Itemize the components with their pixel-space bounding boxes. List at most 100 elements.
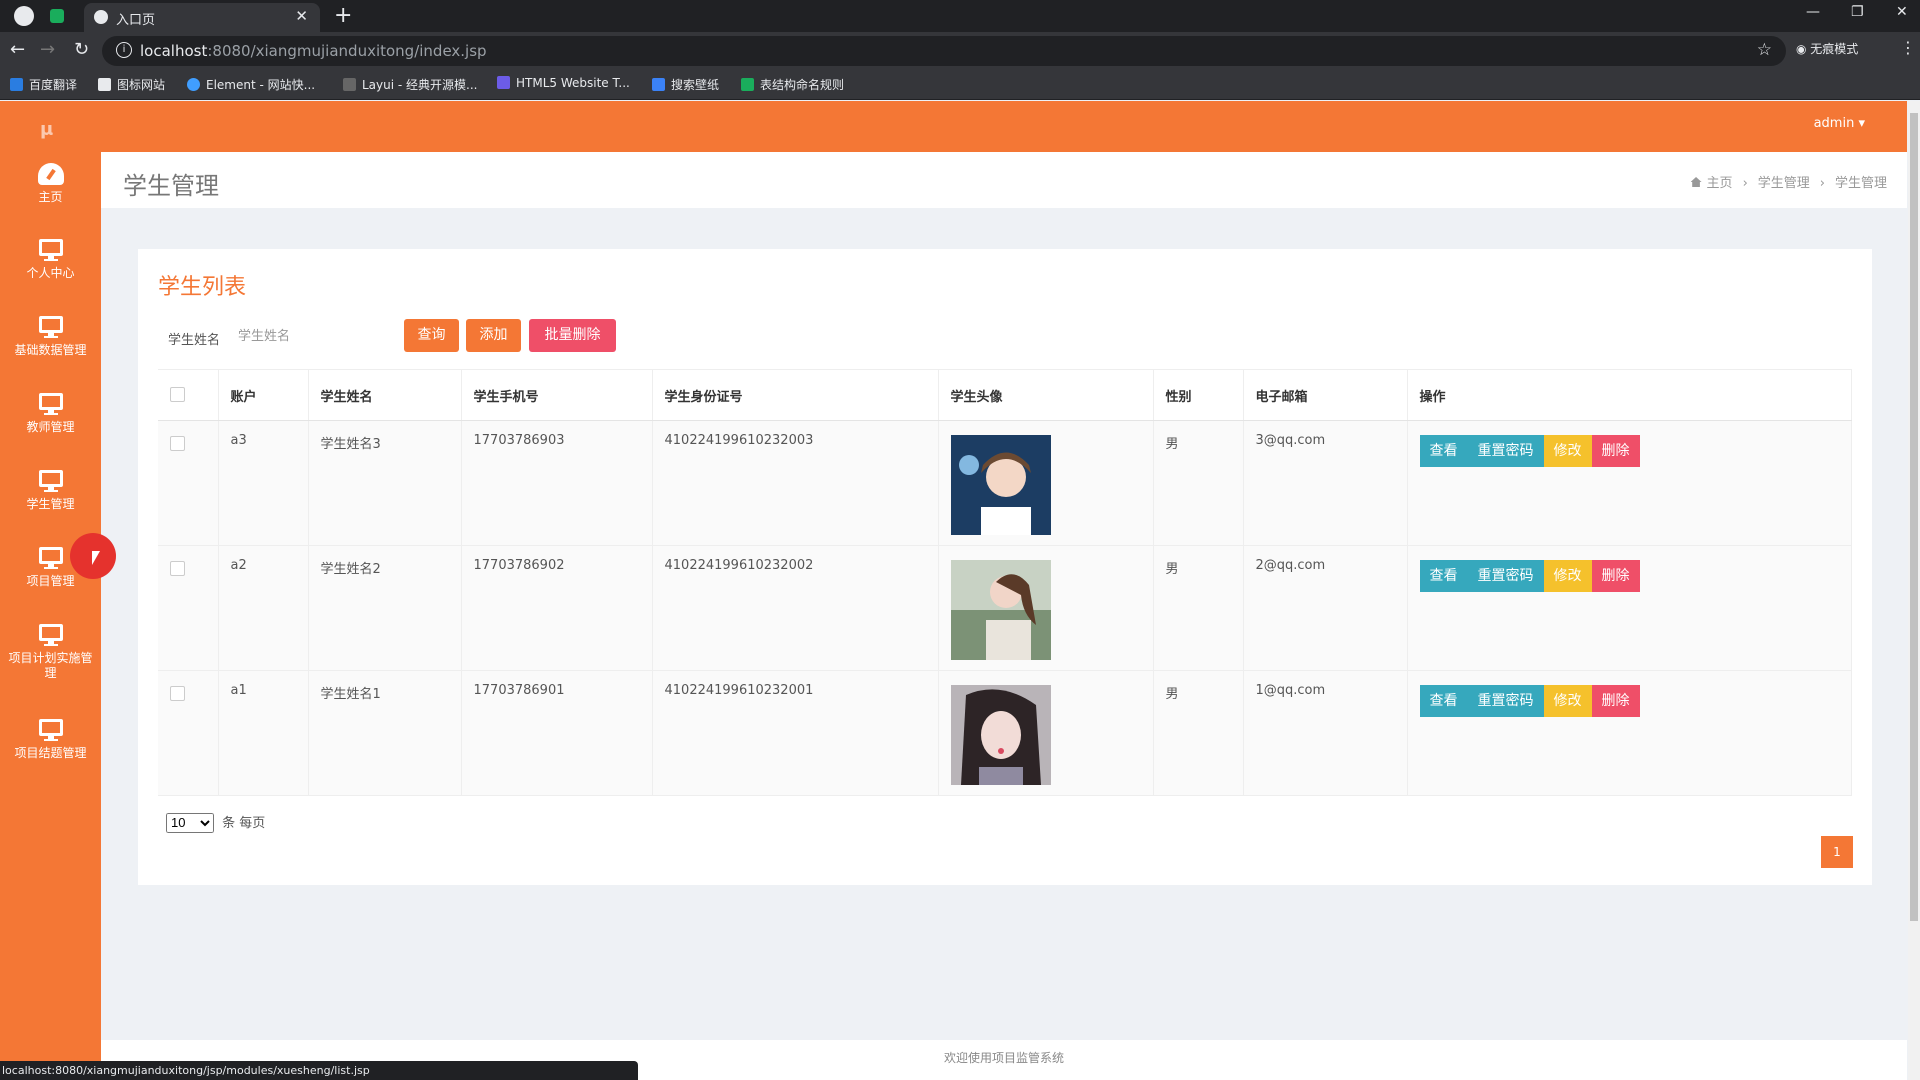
monitor-icon <box>38 239 63 261</box>
column-header[interactable]: 学生手机号 <box>461 369 653 421</box>
browser-toolbar: ← → ↻ i localhost:8080/xiangmujianduxito… <box>0 32 1920 70</box>
phone-cell: 17703786901 <box>461 670 653 796</box>
column-header[interactable]: 账户 <box>218 369 309 421</box>
row-checkbox[interactable] <box>170 436 185 451</box>
user-menu[interactable]: admin ▾ <box>1814 116 1865 131</box>
view-button[interactable]: 查看 <box>1419 685 1468 717</box>
bookmark-item[interactable]: 图标网站 <box>98 76 165 93</box>
app-root: admin ▾ μ 主页 个人中心 基础数据管理 教师管理 学生管理 项目管理 <box>0 101 1920 1080</box>
mouse-cursor-icon <box>92 551 100 565</box>
batch-delete-button[interactable]: 批量删除 <box>529 319 616 352</box>
address-bar[interactable]: i localhost:8080/xiangmujianduxitong/ind… <box>102 36 1786 66</box>
bookmark-item[interactable]: Layui - 经典开源模... <box>343 76 477 93</box>
browser-tab-active[interactable]: 入口页 ✕ <box>84 3 320 32</box>
student-table: 账户 学生姓名 学生手机号 学生身份证号 学生头像 性别 电子邮箱 操作 a3 … <box>158 369 1852 796</box>
breadcrumb-item[interactable]: 学生管理 <box>1758 176 1810 191</box>
avatar[interactable] <box>950 685 1051 785</box>
avatar[interactable] <box>950 560 1051 660</box>
sidebar-item-label: 学生管理 <box>26 497 75 511</box>
reset-password-button[interactable]: 重置密码 <box>1467 685 1544 717</box>
browser-tabstrip: 入口页 ✕ + — ❐ ✕ <box>0 0 1920 32</box>
query-button[interactable]: 查询 <box>404 319 459 352</box>
edit-button[interactable]: 修改 <box>1543 560 1592 592</box>
select-all-checkbox[interactable] <box>170 387 185 402</box>
table-row: a3 学生姓名3 17703786903 410224199610232003 <box>158 420 1852 546</box>
column-header[interactable]: 学生身份证号 <box>652 369 939 421</box>
minimize-icon[interactable]: — <box>1806 4 1820 20</box>
back-icon[interactable]: ← <box>10 39 25 60</box>
sidebar-item-project-closure[interactable]: 项目结题管理 <box>0 719 101 761</box>
breadcrumb-item: 学生管理 <box>1834 176 1887 191</box>
edit-button[interactable]: 修改 <box>1543 435 1592 467</box>
incognito-icon: ◉ <box>1796 42 1811 56</box>
student-list-panel: 学生列表 学生姓名 查询 添加 批量删除 账户 学生姓名 学生手机号 学生身份证… <box>138 249 1872 885</box>
breadcrumb-item[interactable]: 主页 <box>1707 176 1733 191</box>
column-header[interactable]: 电子邮箱 <box>1243 369 1408 421</box>
column-header[interactable]: 性别 <box>1153 369 1244 421</box>
student-name-input[interactable] <box>232 321 382 351</box>
page-size-select[interactable]: 10 <box>166 812 214 833</box>
browser-tab-icon[interactable] <box>14 6 34 26</box>
filter-label: 学生姓名 <box>168 333 221 348</box>
info-icon[interactable]: i <box>116 42 132 58</box>
add-button[interactable]: 添加 <box>466 319 521 352</box>
page-button[interactable]: 1 <box>1821 836 1853 868</box>
idcard-cell: 410224199610232003 <box>652 420 939 546</box>
scrollbar-thumb[interactable] <box>1910 113 1918 921</box>
sheet-tab-icon[interactable] <box>50 9 64 23</box>
delete-button[interactable]: 删除 <box>1591 685 1640 717</box>
delete-button[interactable]: 删除 <box>1591 560 1640 592</box>
sidebar-item-profile[interactable]: 个人中心 <box>0 239 101 281</box>
sheet-icon <box>741 78 754 91</box>
reset-password-button[interactable]: 重置密码 <box>1467 435 1544 467</box>
browser-menu-icon[interactable]: ⋮ <box>1900 38 1916 57</box>
edit-button[interactable]: 修改 <box>1543 685 1592 717</box>
name-cell: 学生姓名2 <box>308 545 462 671</box>
sidebar-item-project-plan[interactable]: 项目计划实施管理 <box>0 624 101 681</box>
bookmark-star-icon[interactable]: ☆ <box>1757 40 1772 60</box>
page-header: 学生管理 主页 › 学生管理 › 学生管理 <box>101 152 1907 208</box>
bookmark-item[interactable]: 百度翻译 <box>10 76 77 93</box>
url-text: localhost:8080/xiangmujianduxitong/index… <box>140 42 487 60</box>
sidebar-item-students[interactable]: 学生管理 <box>0 470 101 512</box>
incognito-indicator[interactable]: ◉ 无痕模式 <box>1796 40 1858 57</box>
new-tab-icon[interactable]: + <box>334 3 352 28</box>
row-checkbox[interactable] <box>170 561 185 576</box>
forward-icon[interactable]: → <box>40 39 55 60</box>
delete-button[interactable]: 删除 <box>1591 435 1640 467</box>
monitor-icon <box>38 719 63 741</box>
close-window-icon[interactable]: ✕ <box>1896 4 1908 20</box>
bookmark-item[interactable]: 搜索壁纸 <box>652 76 719 93</box>
row-select-cell <box>158 420 219 546</box>
column-header[interactable]: 学生姓名 <box>308 369 462 421</box>
sidebar-item-label: 教师管理 <box>26 420 75 434</box>
sidebar-item-teachers[interactable]: 教师管理 <box>0 393 101 435</box>
element-icon <box>187 78 200 91</box>
view-button[interactable]: 查看 <box>1419 560 1468 592</box>
column-header[interactable]: 学生头像 <box>938 369 1154 421</box>
close-tab-icon[interactable]: ✕ <box>295 7 308 25</box>
account-cell: a1 <box>218 670 309 796</box>
actions-cell: 查看 重置密码 修改 删除 <box>1407 420 1852 546</box>
page-scrollbar[interactable] <box>1908 101 1920 1080</box>
account-cell: a3 <box>218 420 309 546</box>
row-checkbox[interactable] <box>170 686 185 701</box>
sidebar-item-basic-data[interactable]: 基础数据管理 <box>0 316 101 358</box>
bookmark-item[interactable]: 表结构命名规则 <box>741 76 844 93</box>
view-button[interactable]: 查看 <box>1419 435 1468 467</box>
sidebar-item-home[interactable]: 主页 <box>0 163 101 205</box>
sidebar-item-label: 项目结题管理 <box>14 746 87 760</box>
phone-cell: 17703786902 <box>461 545 653 671</box>
row-select-cell <box>158 545 219 671</box>
avatar[interactable] <box>950 435 1051 535</box>
wallpaper-icon <box>652 78 665 91</box>
sidebar-item-label: 主页 <box>38 190 63 204</box>
bookmark-item[interactable]: Element - 网站快... <box>187 76 315 93</box>
avatar-cell <box>938 420 1154 546</box>
restore-icon[interactable]: ❐ <box>1851 4 1864 20</box>
sidebar-item-label: 个人中心 <box>26 266 75 280</box>
reload-icon[interactable]: ↻ <box>74 39 89 60</box>
monitor-icon <box>38 547 63 569</box>
reset-password-button[interactable]: 重置密码 <box>1467 560 1544 592</box>
bookmark-item[interactable]: HTML5 Website T... <box>497 76 630 90</box>
